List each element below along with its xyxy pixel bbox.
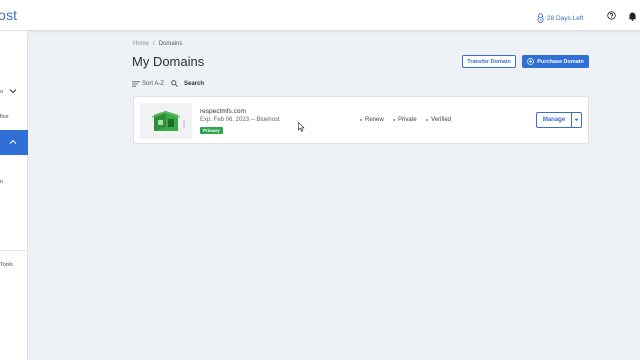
trial-indicator[interactable]: 28 Days Left <box>537 13 584 23</box>
trial-label: 28 Days Left <box>547 14 584 22</box>
domain-thumbnail <box>140 103 192 139</box>
verified-label: Verified <box>431 117 452 123</box>
transfer-domain-button[interactable]: Transfer Domain <box>462 55 516 68</box>
sort-search-bar: Sort A-Z Search <box>132 80 204 87</box>
caret-down-icon <box>574 118 579 122</box>
search-icon[interactable] <box>171 80 178 87</box>
brand-logo[interactable]: ost <box>0 7 17 23</box>
lock-icon <box>537 13 544 23</box>
storefront-illustration <box>140 103 192 139</box>
plus-circle-icon <box>527 58 535 65</box>
breadcrumb: Home / Domains <box>133 41 182 47</box>
page-title: My Domains <box>132 54 205 69</box>
renew-label: Renew <box>365 117 384 123</box>
domain-expiry: Exp. Feb 06, 2023 -- Bluehost <box>200 117 280 123</box>
search-label[interactable]: Search <box>184 81 204 87</box>
help-icon[interactable] <box>607 11 616 20</box>
sort-icon[interactable] <box>132 80 140 87</box>
breadcrumb-current: Domains <box>158 41 183 47</box>
purchase-domain-label: Purchase Domain <box>537 58 584 65</box>
sort-label[interactable]: Sort A-Z <box>142 81 164 87</box>
sidebar-item-3[interactable]: n <box>0 179 3 185</box>
manage-dropdown-toggle[interactable] <box>572 113 581 127</box>
top-header: ost 28 Days Left <box>0 0 640 31</box>
chevron-down-icon[interactable] <box>9 88 17 94</box>
privacy-status: Private <box>393 117 417 123</box>
renew-status: Renew <box>360 117 384 123</box>
sidebar-item-1[interactable]: o <box>0 89 3 95</box>
status-dot <box>360 119 362 121</box>
manage-button[interactable]: Manage <box>537 113 572 127</box>
sidebar-divider <box>0 250 28 251</box>
sidebar: o fice n Tools <box>0 31 28 360</box>
sidebar-item-tools[interactable]: Tools <box>0 262 13 268</box>
purchase-domain-button[interactable]: Purchase Domain <box>522 55 589 68</box>
domain-card: respectmfs.com Exp. Feb 06, 2023 -- Blue… <box>133 96 589 144</box>
breadcrumb-separator: / <box>153 41 155 47</box>
domain-name[interactable]: respectmfs.com <box>200 108 246 115</box>
manage-split-button: Manage <box>536 112 582 128</box>
mouse-cursor-icon <box>298 122 305 132</box>
private-label: Private <box>398 117 417 123</box>
primary-badge: Primary <box>200 127 223 134</box>
status-dot <box>393 119 395 121</box>
status-dot <box>426 119 428 121</box>
bell-icon[interactable] <box>628 11 637 21</box>
chevron-up-icon <box>9 139 17 144</box>
sidebar-item-active[interactable] <box>0 130 28 155</box>
verified-status: Verified <box>426 117 451 123</box>
breadcrumb-home[interactable]: Home <box>133 41 149 47</box>
sidebar-item-2[interactable]: fice <box>0 114 9 120</box>
